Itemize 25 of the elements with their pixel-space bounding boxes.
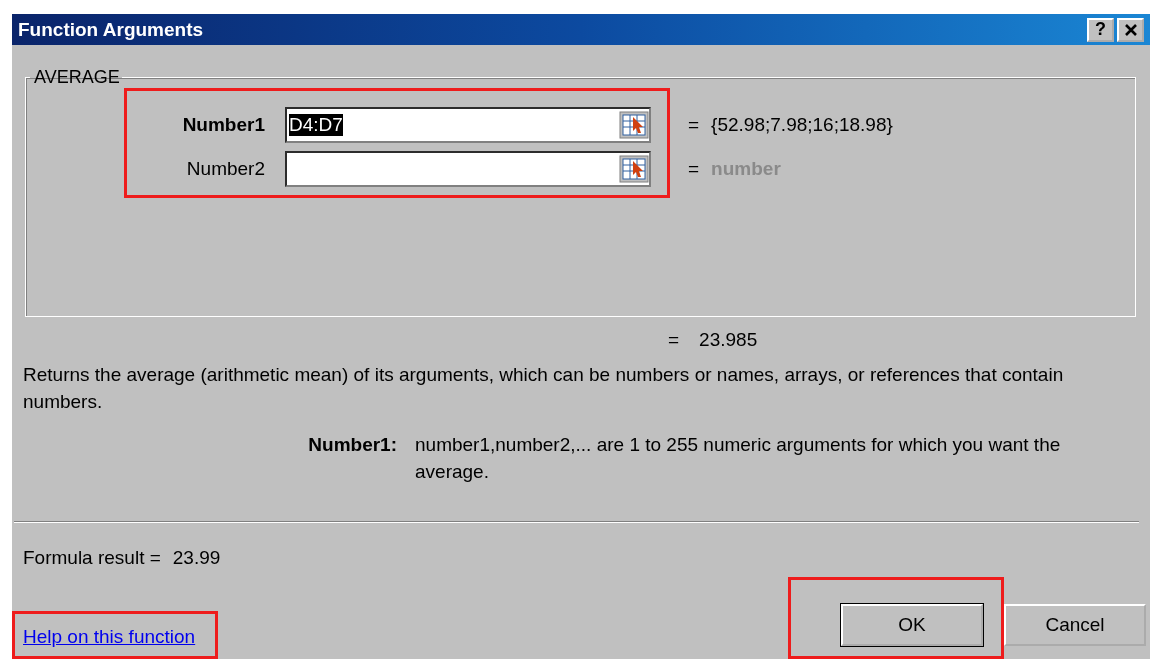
help-button[interactable]: ? <box>1087 17 1114 42</box>
equals-sign: = <box>668 329 680 351</box>
formula-result-label: Formula result = <box>23 547 161 569</box>
cancel-button[interactable]: Cancel <box>1004 604 1146 646</box>
collapse-dialog-icon[interactable] <box>619 155 649 183</box>
ok-button[interactable]: OK <box>841 604 983 646</box>
close-button[interactable] <box>1117 17 1144 42</box>
input-field[interactable] <box>285 151 651 187</box>
argument-label: Number1 <box>181 114 265 136</box>
equals-sign: = <box>688 158 700 180</box>
formula-result-value: 23.99 <box>172 547 221 569</box>
equals-sign: = <box>688 114 700 136</box>
argument-help-label: Number1: <box>307 433 398 457</box>
argument-label: Number2 <box>185 158 265 180</box>
collapse-dialog-icon[interactable] <box>619 111 649 139</box>
argument-result: {52.98;7.98;16;18.98} <box>711 114 893 136</box>
input-field[interactable]: D4:D7 <box>285 107 651 143</box>
field-value: D4:D7 <box>289 114 343 136</box>
function-result: 23.985 <box>699 329 758 351</box>
function-name: AVERAGE <box>33 67 121 88</box>
function-description: Returns the average (arithmetic mean) of its arguments, which can be numbers or names, arrays, or references that contain numbers. <box>23 363 1065 414</box>
argument-help-text: number1,number2,... are 1 to 255 numeric arguments for which you want the average. <box>415 433 1062 484</box>
help-link[interactable]: Help on this function <box>23 626 196 647</box>
close-icon <box>1123 22 1138 37</box>
window-title: Function Arguments <box>18 18 204 41</box>
